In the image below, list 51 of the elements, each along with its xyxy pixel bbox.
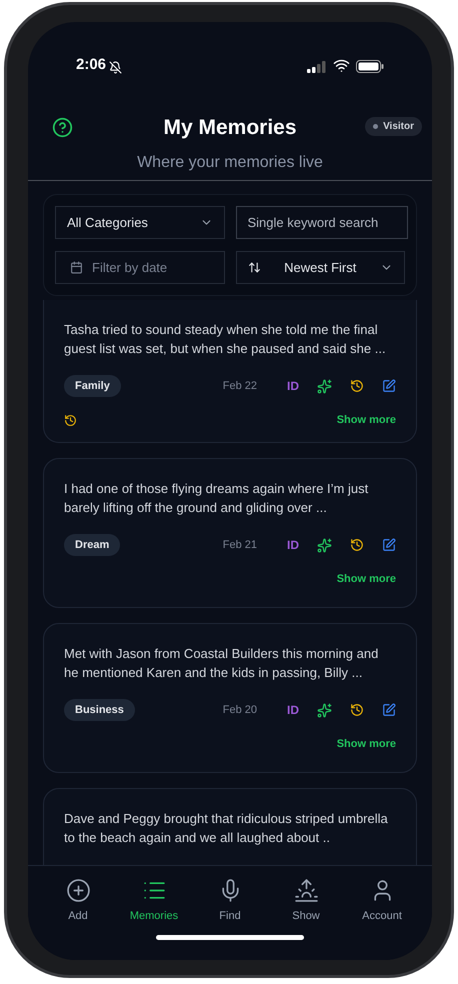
memory-text: Tasha tried to sound steady when she told me the final guest list was set, but when she paused and said she ... [64, 321, 387, 358]
keyword-search-field[interactable]: Single keyword search [236, 206, 408, 239]
edit-icon[interactable] [382, 538, 396, 552]
battery-icon [356, 60, 384, 73]
history-icon[interactable] [350, 703, 364, 717]
sort-icon [248, 261, 260, 274]
page-subtitle: Where your memories live [136, 152, 324, 172]
memory-card[interactable]: Dave and Peggy brought that ridiculous striped umbrella to the beach again and we all laughed about .. [43, 788, 417, 865]
nav-tab[interactable]: Show [270, 878, 342, 924]
show-more-link[interactable]: Show more [336, 571, 396, 588]
memory-card[interactable]: Tasha tried to sound steady when she told me the final guest list was set, but when she paused and said she ... Family Feb 22 ID Show more [43, 300, 417, 443]
signal-icon [307, 61, 327, 73]
category-tag: Family [64, 374, 121, 398]
add-icon [66, 878, 90, 903]
wifi-icon [333, 57, 350, 74]
show-more-link[interactable]: Show more [336, 736, 396, 752]
badge-label: Visitor [383, 120, 414, 134]
nav-tab[interactable]: Memories [118, 878, 190, 924]
show-more-link[interactable]: Show more [336, 412, 396, 428]
status-time: 2:06 [76, 54, 106, 74]
memory-text: Dave and Peggy brought that ridiculous striped umbrella to the beach again and we all laughed about .. [64, 810, 389, 847]
id-button[interactable]: ID [283, 377, 303, 395]
sunrise-icon [294, 878, 318, 903]
sparkle-icon[interactable] [317, 378, 332, 394]
calendar-icon [70, 261, 83, 274]
edit-icon[interactable] [382, 379, 396, 393]
page-title: My Memories [163, 115, 297, 141]
id-button[interactable]: ID [283, 701, 303, 719]
bell-off-icon [109, 61, 122, 74]
date-filter-field[interactable]: Filter by date [55, 251, 224, 284]
memory-card[interactable]: Met with Jason from Coastal Builders this morning and he mentioned Karen and the kids in passing, Billy ... Business Feb 20 ID Show more [43, 623, 417, 773]
category-tag: Business [64, 698, 135, 722]
help-icon[interactable] [52, 117, 73, 138]
memory-card[interactable]: I had one of those flying dreams again where I’m just barely lifting off the ground and gliding over ... Dream Feb 21 ID Show more [43, 458, 417, 608]
id-button[interactable]: ID [283, 536, 303, 554]
nav-tab[interactable]: Find [194, 878, 266, 924]
memory-date: Feb 22 [222, 378, 257, 394]
category-tag: Dream [64, 534, 120, 556]
edit-icon[interactable] [382, 703, 396, 717]
memory-date: Feb 20 [222, 702, 257, 718]
category-dropdown[interactable]: All Categories [55, 206, 224, 239]
memory-text: Met with Jason from Coastal Builders this morning and he mentioned Karen and the kids in passing, Billy ... [64, 645, 380, 682]
history-icon[interactable] [350, 538, 364, 552]
nav-tab[interactable]: Account [346, 878, 418, 924]
nav-tab[interactable]: Add [42, 878, 114, 924]
memory-text: I had one of those flying dreams again where I’m just barely lifting off the ground and gliding over ... [64, 480, 370, 517]
sparkle-icon[interactable] [317, 538, 332, 552]
sort-dropdown[interactable]: Newest First [236, 251, 405, 284]
history-icon[interactable] [350, 379, 364, 393]
sparkle-icon[interactable] [317, 702, 332, 718]
memory-date: Feb 21 [222, 538, 257, 553]
